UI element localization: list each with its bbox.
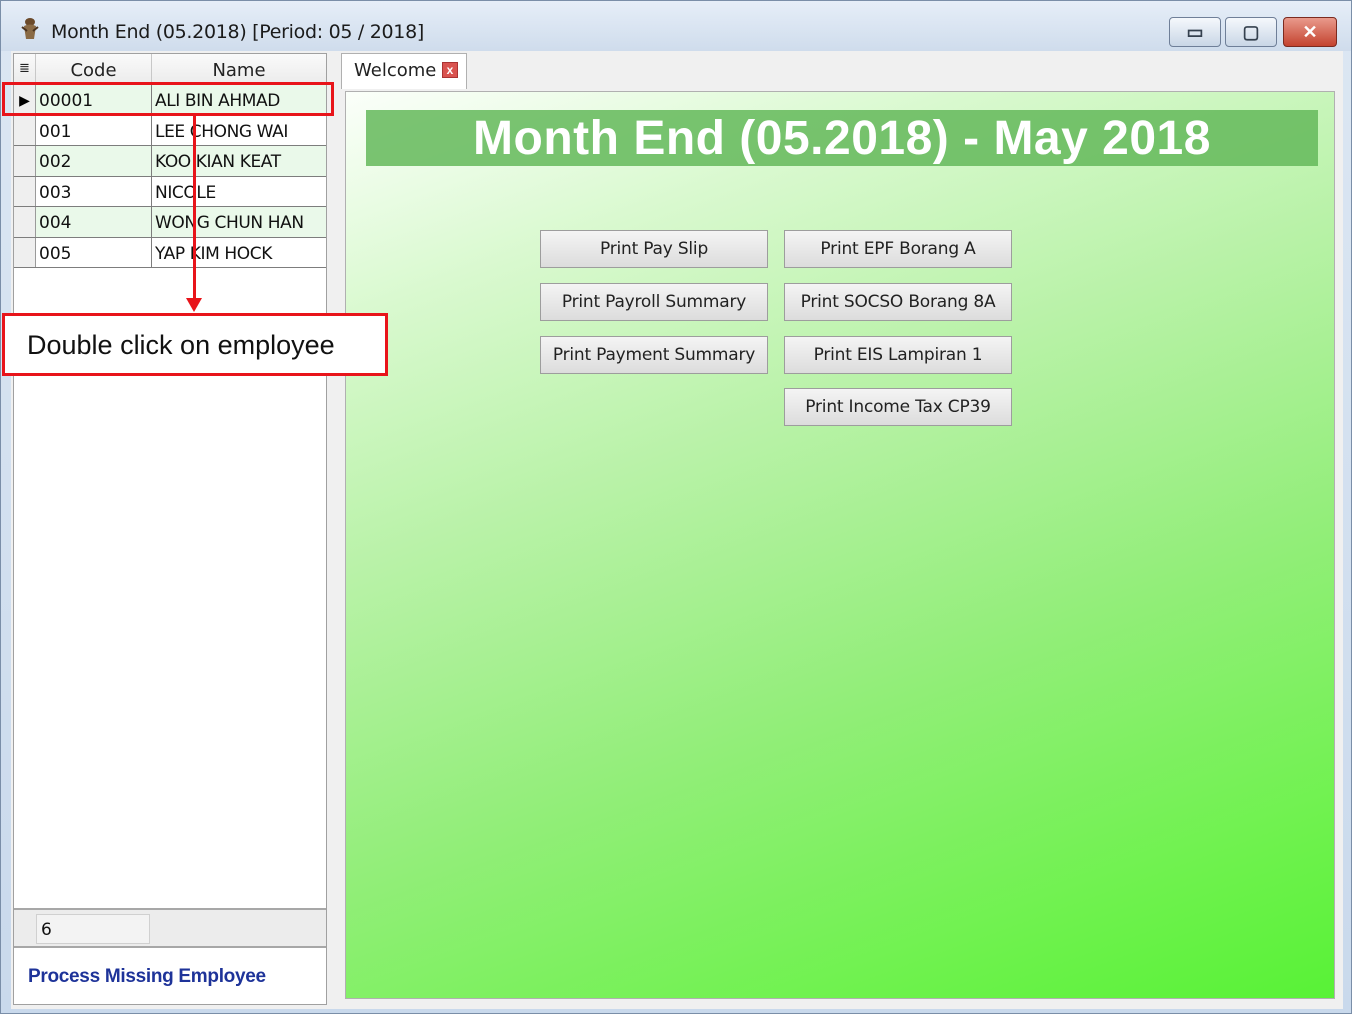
cell-code[interactable]: 003 xyxy=(36,176,152,206)
cell-code[interactable]: 001 xyxy=(36,115,152,145)
cell-name[interactable]: WONG CHUN HAN xyxy=(152,207,326,237)
table-row[interactable]: 005 YAP KIM HOCK xyxy=(14,237,326,268)
row-indicator xyxy=(14,176,36,206)
tab-close-icon[interactable]: x xyxy=(442,62,458,78)
cell-name[interactable]: LEE CHONG WAI xyxy=(152,116,326,146)
welcome-panel: Month End (05.2018) - May 2018 Print Pay… xyxy=(345,91,1335,999)
tab-label: Welcome xyxy=(354,60,437,81)
print-income-tax-cp39-button[interactable]: Print Income Tax CP39 xyxy=(784,388,1012,426)
print-socso-borang-8a-button[interactable]: Print SOCSO Borang 8A xyxy=(784,283,1012,321)
instruction-callout: Double click on employee xyxy=(2,313,388,376)
row-indicator xyxy=(14,115,36,145)
tab-strip: Welcome x xyxy=(341,53,1341,89)
print-payment-summary-button[interactable]: Print Payment Summary xyxy=(540,336,768,374)
cell-name[interactable]: YAP KIM HOCK xyxy=(152,238,326,268)
minimize-icon: ▭ xyxy=(1186,22,1204,42)
title-bar[interactable]: Month End (05.2018) [Period: 05 / 2018] … xyxy=(1,1,1351,51)
print-pay-slip-button[interactable]: Print Pay Slip xyxy=(540,230,768,268)
cell-code[interactable]: 002 xyxy=(36,146,152,176)
table-row[interactable]: 002 KOO KIAN KEAT xyxy=(14,146,326,177)
maximize-icon: ▢ xyxy=(1242,22,1260,42)
print-payroll-summary-button[interactable]: Print Payroll Summary xyxy=(540,283,768,321)
row-indicator xyxy=(14,146,36,176)
column-chooser-icon[interactable]: ≣ xyxy=(14,54,36,84)
row-indicator xyxy=(14,237,36,267)
column-header-code[interactable]: Code xyxy=(36,54,152,84)
table-row[interactable]: 003 NICOLE xyxy=(14,176,326,207)
maximize-button[interactable]: ▢ xyxy=(1225,17,1277,47)
cell-code[interactable]: 004 xyxy=(36,207,152,237)
employee-grid[interactable]: ≣ Code Name ▶ 00001 ALI BIN AHMAD 001 LE… xyxy=(13,53,327,1005)
page-title: Month End (05.2018) - May 2018 xyxy=(366,110,1318,166)
column-header-name[interactable]: Name xyxy=(152,54,326,84)
grid-footer: 6 xyxy=(14,908,326,948)
highlight-box xyxy=(2,82,334,116)
app-icon xyxy=(21,18,39,39)
print-epf-borang-a-button[interactable]: Print EPF Borang A xyxy=(784,230,1012,268)
print-eis-lampiran-1-button[interactable]: Print EIS Lampiran 1 xyxy=(784,336,1012,374)
cell-code[interactable]: 005 xyxy=(36,237,152,267)
cell-name[interactable]: KOO KIAN KEAT xyxy=(152,146,326,176)
row-indicator xyxy=(14,207,36,237)
arrow-down-icon xyxy=(186,298,202,312)
month-end-window: Month End (05.2018) [Period: 05 / 2018] … xyxy=(0,0,1352,1014)
callout-text: Double click on employee xyxy=(27,330,335,360)
window-title: Month End (05.2018) [Period: 05 / 2018] xyxy=(51,21,424,43)
close-icon: ✕ xyxy=(1302,22,1318,42)
table-row[interactable]: 004 WONG CHUN HAN xyxy=(14,207,326,238)
process-missing-employee-link[interactable]: Process Missing Employee xyxy=(28,966,266,988)
record-count: 6 xyxy=(36,914,150,944)
client-area: ≣ Code Name ▶ 00001 ALI BIN AHMAD 001 LE… xyxy=(11,51,1343,1009)
grid-header: ≣ Code Name xyxy=(14,54,326,84)
table-row[interactable]: 001 LEE CHONG WAI xyxy=(14,115,326,146)
minimize-button[interactable]: ▭ xyxy=(1169,17,1221,47)
cell-name[interactable]: NICOLE xyxy=(152,177,326,207)
tab-welcome[interactable]: Welcome x xyxy=(341,53,467,89)
arrow-line xyxy=(193,114,196,300)
close-button[interactable]: ✕ xyxy=(1283,17,1337,47)
